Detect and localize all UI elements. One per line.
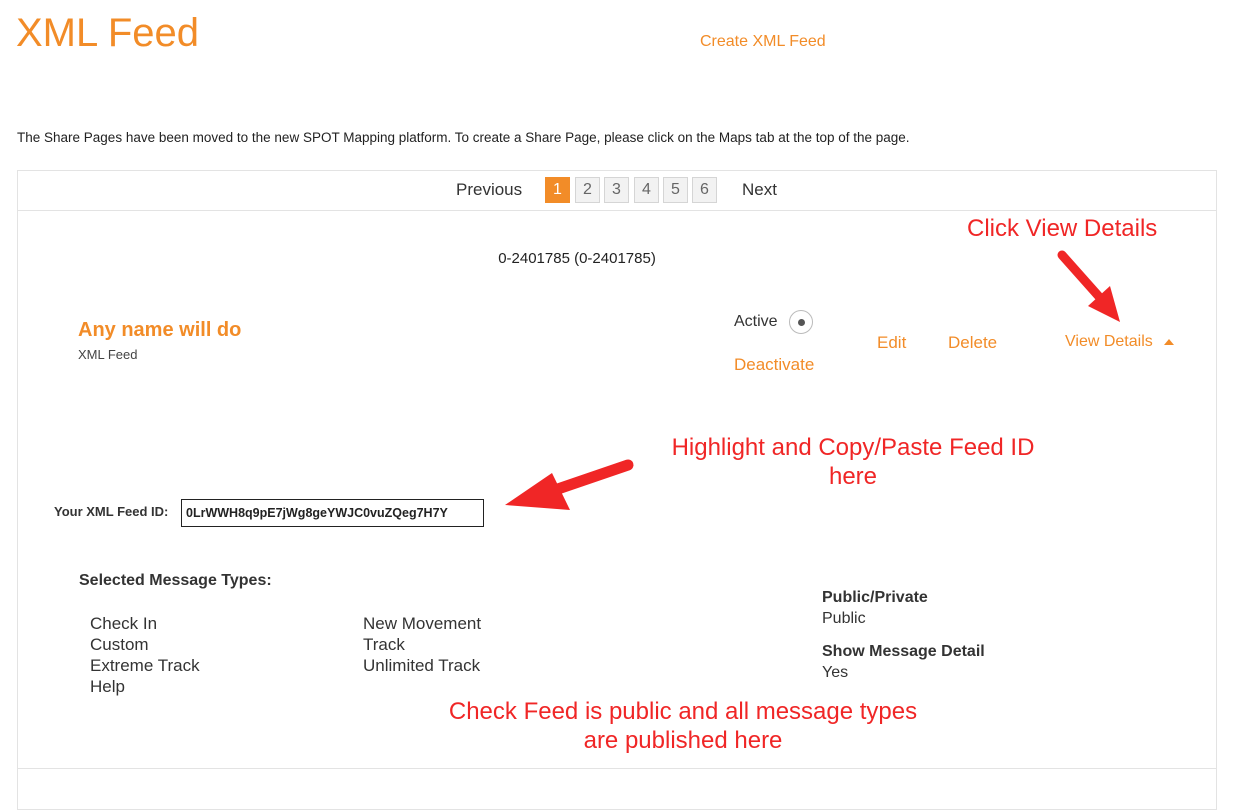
annotation-copy-line2: here [828,463,878,490]
annotation-arrow-down-right-icon [1057,250,1120,322]
show-message-detail-label: Show Message Detail [822,643,985,660]
message-type-item: New Movement [363,614,482,633]
feed-type: XML Feed [78,347,138,362]
message-type-item: Track [363,635,405,654]
annotation-copy-line1: Highlight and Copy/Paste Feed ID [671,434,1035,461]
public-private-value: Public [822,610,866,627]
active-radio[interactable] [789,310,813,334]
page-button-5[interactable]: 5 [663,177,688,203]
view-details-link[interactable]: View Details [1065,333,1153,351]
deactivate-link[interactable]: Deactivate [734,355,814,375]
feed-id-field[interactable]: 0LrWWH8q9pE7jWg8geYWJC0vuZQeg7H7Y [181,499,484,527]
annotation-arrow-left-icon [505,459,634,510]
caret-up-icon[interactable] [1164,339,1174,345]
message-type-item: Custom [90,635,149,654]
message-type-item: Help [90,677,125,696]
pagination-next[interactable]: Next [742,180,777,200]
create-xml-feed-link[interactable]: Create XML Feed [700,33,826,51]
share-pages-notice: The Share Pages have been moved to the n… [17,130,910,145]
message-types-column-2: New Movement Track Unlimited Track [363,613,481,676]
page-button-1[interactable]: 1 [545,177,570,203]
page-button-4[interactable]: 4 [634,177,659,203]
annotation-check-line1: Check Feed is public and all message typ… [448,698,918,725]
annotation-copy-feed-id: Highlight and Copy/Paste Feed ID here [640,433,1066,491]
message-types-column-1: Check In Custom Extreme Track Help [90,613,200,697]
pager-divider [17,210,1217,211]
message-type-item: Check In [90,614,158,633]
annotation-click-view-details: Click View Details [967,215,1158,242]
annotation-check-line2: are published here [583,727,783,754]
radio-selected-dot [798,319,805,326]
edit-link[interactable]: Edit [877,333,906,353]
feed-name: Any name will do [78,319,242,341]
page-title: XML Feed [16,11,200,55]
active-status-label: Active [734,313,778,330]
annotation-check-public: Check Feed is public and all message typ… [400,697,966,755]
feed-id-label: Your XML Feed ID: [54,504,169,519]
show-message-detail-value: Yes [822,664,849,681]
pagination-previous[interactable]: Previous [456,180,522,200]
page-button-2[interactable]: 2 [575,177,600,203]
delete-link[interactable]: Delete [948,333,997,353]
page-button-3[interactable]: 3 [604,177,629,203]
public-private-label: Public/Private [822,589,928,606]
page-button-6[interactable]: 6 [692,177,717,203]
message-type-item: Extreme Track [90,656,200,675]
panel-bottom-divider [17,768,1217,769]
device-id: 0-2401785 (0-2401785) [498,250,656,267]
message-types-title: Selected Message Types: [79,572,272,589]
message-type-item: Unlimited Track [363,656,481,675]
